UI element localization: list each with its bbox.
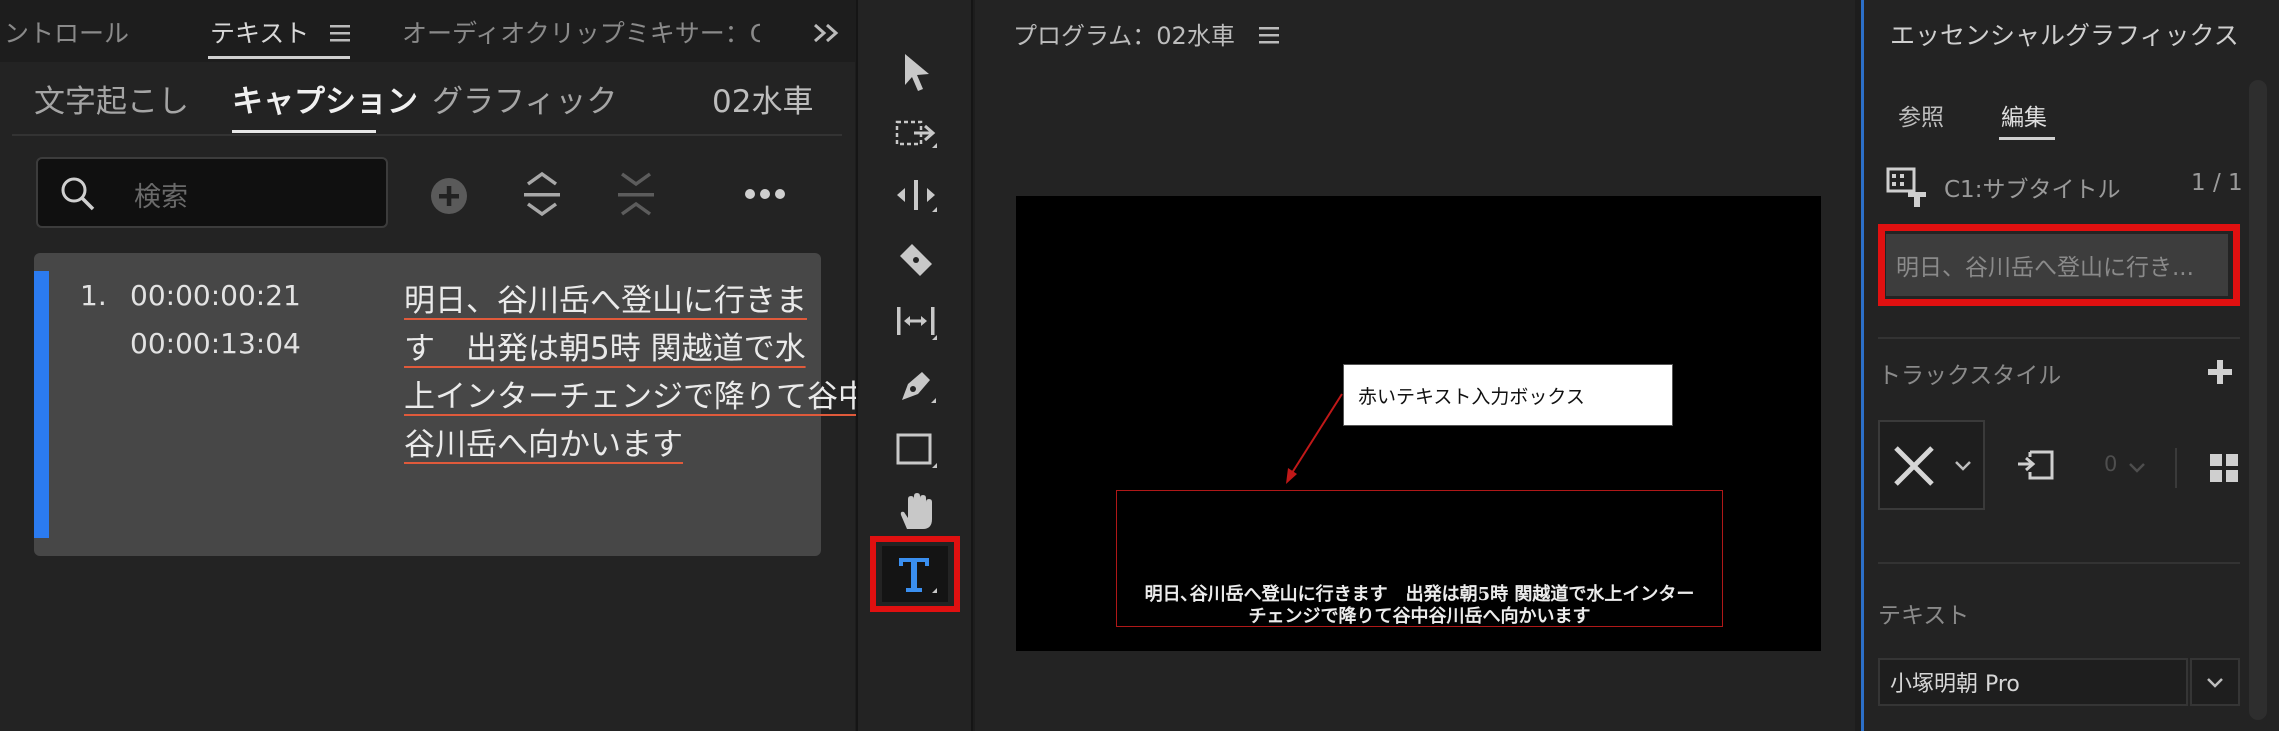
scrollbar[interactable]	[2249, 80, 2267, 720]
merge-captions-icon[interactable]	[520, 170, 564, 220]
font-dropdown[interactable]: 小塚明朝 Pro	[1878, 658, 2188, 706]
edit-tab-indicator	[1999, 137, 2055, 140]
rectangle-icon	[896, 433, 937, 468]
selection-tool[interactable]	[888, 46, 944, 98]
text-t-icon	[899, 558, 937, 593]
no-style-x-icon	[1894, 446, 1934, 486]
more-options-icon[interactable]	[744, 188, 786, 200]
caption-index: 1.	[80, 279, 107, 312]
pen-icon	[902, 372, 936, 403]
callout-label: 赤いテキスト入力ボックス	[1358, 385, 1585, 408]
tab-text[interactable]: テキスト	[210, 14, 309, 50]
rectangle-tool[interactable]	[888, 424, 944, 476]
essential-graphics-panel: エッセンシャルグラフィックス 参照 編集 C1:サブタイトル 1 / 1 明日、…	[1861, 0, 2279, 731]
font-dropdown-button[interactable]	[2190, 658, 2240, 706]
hand-icon	[900, 493, 932, 529]
caption-text-line[interactable]: 明日、谷川岳へ登山に行きま	[404, 275, 807, 320]
sequence-name: 02水車	[712, 84, 814, 120]
ripple-edit-icon	[897, 180, 937, 212]
divider	[12, 134, 842, 136]
tools-panel	[856, 0, 973, 731]
search-input[interactable]: 検索	[134, 175, 188, 214]
essential-graphics-title: エッセンシャルグラフィックス	[1890, 21, 2239, 50]
caption-overlay: 明日､谷川岳へ登山に行きます 出発は朝5時 関越道で水上インター チェンジで降り…	[1116, 584, 1723, 628]
text-section-label: テキスト	[1878, 603, 1970, 629]
caption-in-time[interactable]: 00:00:00:21	[130, 279, 301, 312]
ripple-edit-tool[interactable]	[888, 170, 944, 222]
chevron-down-icon	[1955, 461, 1971, 471]
style-preset-dropdown[interactable]	[1878, 420, 1985, 510]
overflow-chevron-icon[interactable]	[812, 22, 842, 44]
active-tab-indicator	[208, 56, 350, 59]
type-tool[interactable]	[882, 546, 948, 602]
divider	[1878, 562, 2240, 564]
tab-audio-clip-mixer[interactable]: オーディオクリップミキサー：C	[402, 14, 767, 50]
pen-tool[interactable]	[888, 360, 944, 412]
caption-text-line[interactable]: す 出発は朝5時 関越道で水	[404, 323, 806, 368]
slip-icon	[897, 307, 937, 340]
caption-text-value: 明日、谷川岳へ登山に行き...	[1896, 255, 2194, 281]
push-to-style-icon[interactable]	[2014, 448, 2058, 484]
slip-tool[interactable]	[888, 296, 944, 348]
caption-overlay-line: 明日､谷川岳へ登山に行きます 出発は朝5時 関越道で水上インター	[1144, 584, 1695, 605]
caption-selection-bar	[34, 271, 49, 538]
chevron-down-icon	[2207, 678, 2223, 688]
arrow-cursor-icon	[905, 54, 929, 91]
subtab-graphics[interactable]: グラフィック	[432, 76, 617, 121]
layer-count: 1 / 1	[2191, 170, 2243, 196]
razor-tool[interactable]	[888, 234, 944, 286]
caption-list-item[interactable]: 1. 00:00:00:21 00:00:13:04 明日、谷川岳へ登山に行きま…	[34, 253, 869, 556]
divider	[2175, 448, 2177, 488]
tab-browse[interactable]: 参照	[1898, 98, 1944, 132]
tab-edit[interactable]: 編集	[2001, 98, 2047, 132]
search-icon	[61, 177, 95, 211]
caption-track-icon	[1886, 167, 1926, 207]
caption-overlay-line: チェンジで降りて谷中谷川岳へ向かいます	[1248, 606, 1591, 627]
track-select-icon	[895, 120, 937, 148]
annotation-callout: 赤いテキスト入力ボックス	[1343, 364, 1673, 426]
caption-out-time[interactable]: 00:00:13:04	[130, 327, 301, 360]
program-monitor-title: プログラム：02水車	[1013, 22, 1235, 50]
chevron-down-icon[interactable]	[2128, 462, 2146, 474]
style-count-value: 0	[2104, 452, 2118, 476]
add-caption-icon[interactable]	[428, 175, 470, 217]
grid-view-icon[interactable]	[2208, 452, 2240, 484]
caption-text-line[interactable]: 上インターチェンジで降りて谷中	[404, 371, 869, 416]
tab-effect-controls[interactable]: ントロール	[4, 14, 129, 50]
track-select-tool[interactable]	[888, 108, 944, 160]
panel-menu-icon[interactable]	[330, 24, 352, 42]
split-caption-icon[interactable]	[614, 170, 658, 220]
hand-tool[interactable]	[888, 486, 944, 538]
caption-track-name: C1:サブタイトル	[1944, 177, 2121, 203]
font-name-value: 小塚明朝 Pro	[1890, 672, 2020, 697]
track-style-label: トラックスタイル	[1878, 363, 2062, 389]
caption-text-field[interactable]: 明日、谷川岳へ登山に行き...	[1886, 234, 2228, 296]
add-style-icon[interactable]	[2206, 358, 2234, 386]
search-field[interactable]: 検索	[36, 157, 388, 228]
caption-text-line[interactable]: 谷川岳へ向かいます	[404, 419, 683, 464]
razor-blade-icon	[900, 244, 932, 276]
divider	[1878, 337, 2240, 339]
caption-subtabs: 文字起こし キャプション グラフィック 02水車	[0, 62, 855, 134]
panel-tab-bar: ントロール テキスト オーディオクリップミキサー：C	[0, 0, 855, 62]
subtab-transcript[interactable]: 文字起こし	[34, 76, 189, 121]
callout-arrow	[1286, 393, 1343, 484]
subtab-active-indicator	[232, 130, 376, 133]
program-menu-icon[interactable]	[1259, 26, 1281, 44]
subtab-captions[interactable]: キャプション	[232, 76, 418, 121]
